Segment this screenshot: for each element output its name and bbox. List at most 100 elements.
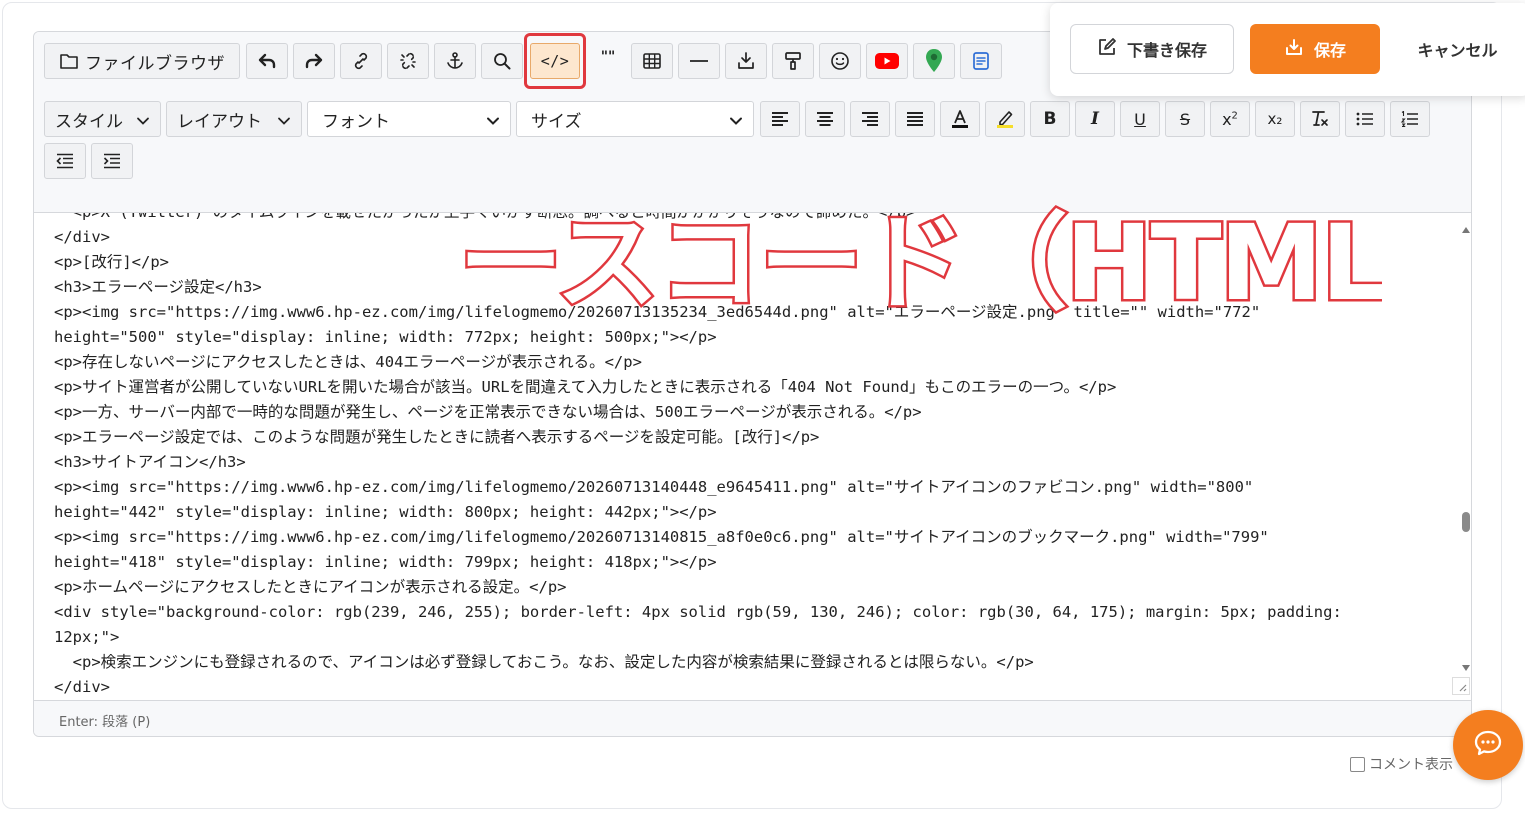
layout-dropdown[interactable]: レイアウト (166, 101, 302, 137)
chevron-down-icon (729, 113, 743, 133)
underline-button[interactable]: U (1120, 101, 1160, 137)
editor-status-bar: Enter: 段落 (P) (34, 700, 1471, 736)
code-line: </div> (54, 678, 110, 696)
map-button[interactable] (913, 43, 955, 79)
align-right-icon (860, 111, 880, 127)
cancel-button[interactable]: キャンセル (1400, 24, 1515, 74)
outdent-icon (55, 153, 75, 169)
comment-toggle-label: コメント表示 (1369, 757, 1453, 773)
strikethrough-label: S (1179, 109, 1191, 129)
link-icon (351, 51, 371, 71)
undo-icon (257, 52, 277, 70)
subscript-button[interactable]: x₂ (1255, 101, 1295, 137)
align-left-button[interactable] (760, 101, 800, 137)
save-label: 保存 (1313, 41, 1346, 60)
undo-button[interactable] (246, 43, 288, 79)
youtube-button[interactable] (866, 43, 908, 79)
numbered-list-button[interactable] (1390, 101, 1430, 137)
horizontal-rule-button[interactable] (678, 43, 720, 79)
highlight-color-button[interactable] (985, 101, 1025, 137)
chevron-down-icon (486, 113, 500, 133)
page-break-button[interactable] (725, 43, 767, 79)
code-line: <p>一方、サーバー内部で一時的な問題が発生し、ページを正常表示できない場合は、… (54, 403, 922, 421)
bold-button[interactable]: B (1030, 101, 1070, 137)
chat-button[interactable] (1453, 710, 1523, 780)
redo-button[interactable] (293, 43, 335, 79)
clear-format-button[interactable] (1300, 101, 1340, 137)
search-icon (492, 51, 512, 71)
find-button[interactable] (481, 43, 523, 79)
align-justify-icon (905, 111, 925, 127)
code-line: <p><img src="https://img.www6.hp-ez.com/… (54, 478, 1254, 496)
scroll-up-icon[interactable] (1461, 219, 1471, 238)
underline-label: U (1134, 109, 1146, 129)
comment-display-toggle[interactable]: コメント表示 (1350, 754, 1453, 774)
folder-icon (59, 52, 79, 70)
table-icon (642, 52, 662, 70)
enter-mode-hint: Enter: 段落 (P) (59, 715, 151, 730)
superscript-button[interactable]: x2 (1210, 101, 1250, 137)
code-line: <div style="background-color: rgb(239, 2… (54, 603, 1342, 621)
horizontal-line-icon (689, 58, 709, 64)
text-color-button[interactable] (940, 101, 980, 137)
code-line: <p>ホームページにアクセスしたときにアイコンが表示される設定。</p> (54, 578, 567, 596)
scroll-down-icon[interactable] (1461, 657, 1471, 676)
comment-checkbox[interactable] (1350, 756, 1365, 772)
code-line: <p>存在しないページにアクセスしたときは、404エラーページが表示される。</… (54, 353, 642, 371)
chevron-down-icon (136, 113, 150, 133)
code-line: <p>エラーページ設定では、このような問題が発生したときに読者へ表示するページを… (54, 428, 820, 446)
save-button[interactable]: 保存 (1250, 24, 1380, 74)
source-code-button[interactable]: </> (530, 43, 580, 79)
code-line: height="500" style="display: inline; wid… (54, 328, 717, 346)
size-label: サイズ (531, 111, 582, 132)
bullet-list-button[interactable] (1345, 101, 1385, 137)
code-line: height="442" style="display: inline; wid… (54, 503, 717, 521)
code-line: <p><img src="https://img.www6.hp-ez.com/… (54, 303, 1261, 321)
insert-break-icon (736, 51, 756, 71)
align-justify-button[interactable] (895, 101, 935, 137)
subscript-label: x₂ (1267, 110, 1283, 128)
align-center-button[interactable] (805, 101, 845, 137)
strikethrough-button[interactable]: S (1165, 101, 1205, 137)
blockquote-button[interactable]: "" (587, 43, 629, 79)
clear-format-icon (1310, 109, 1330, 129)
indent-button[interactable] (91, 143, 133, 179)
outdent-button[interactable] (44, 143, 86, 179)
numbered-list-icon (1400, 111, 1420, 127)
align-right-button[interactable] (850, 101, 890, 137)
code-line: 12px;"> (54, 628, 120, 646)
emoji-button[interactable] (819, 43, 861, 79)
style-label: スタイル (55, 111, 123, 132)
file-browser-button[interactable]: ファイルブラウザ (44, 43, 240, 79)
bullet-list-icon (1355, 111, 1375, 127)
anchor-button[interactable] (434, 43, 476, 79)
scrollbar-thumb[interactable] (1462, 512, 1470, 532)
unlink-button[interactable] (387, 43, 429, 79)
table-button[interactable] (631, 43, 673, 79)
font-select[interactable]: フォント (307, 101, 511, 137)
template-button[interactable] (960, 43, 1002, 79)
unlink-icon (398, 51, 418, 71)
source-code-label: </> (540, 52, 570, 70)
document-icon (971, 51, 991, 71)
paint-roller-icon (783, 51, 803, 71)
text-color-icon (950, 108, 970, 130)
style-dropdown[interactable]: スタイル (44, 101, 161, 137)
cancel-label: キャンセル (1417, 41, 1498, 60)
italic-label: I (1091, 109, 1099, 129)
code-line: height="418" style="display: inline; wid… (54, 553, 717, 571)
smiley-icon (830, 51, 850, 71)
indent-icon (102, 153, 122, 169)
save-draft-button[interactable]: 下書き保存 (1070, 24, 1234, 74)
code-line: <p>[改行]</p> (54, 253, 169, 271)
layout-label: レイアウト (177, 111, 262, 132)
resize-handle-icon[interactable] (1452, 677, 1470, 695)
size-select[interactable]: サイズ (516, 101, 754, 137)
italic-button[interactable]: I (1075, 101, 1115, 137)
code-line: <h3>エラーページ設定</h3> (54, 278, 262, 296)
vertical-scrollbar[interactable] (1459, 213, 1471, 700)
code-line: <h3>サイトアイコン</h3> (54, 453, 246, 471)
link-button[interactable] (340, 43, 382, 79)
source-code-textarea[interactable]: <p>X (Twitter) のタイムラインを載せたかったが上手くいかず断念。調… (34, 213, 1459, 700)
format-painter-button[interactable] (772, 43, 814, 79)
